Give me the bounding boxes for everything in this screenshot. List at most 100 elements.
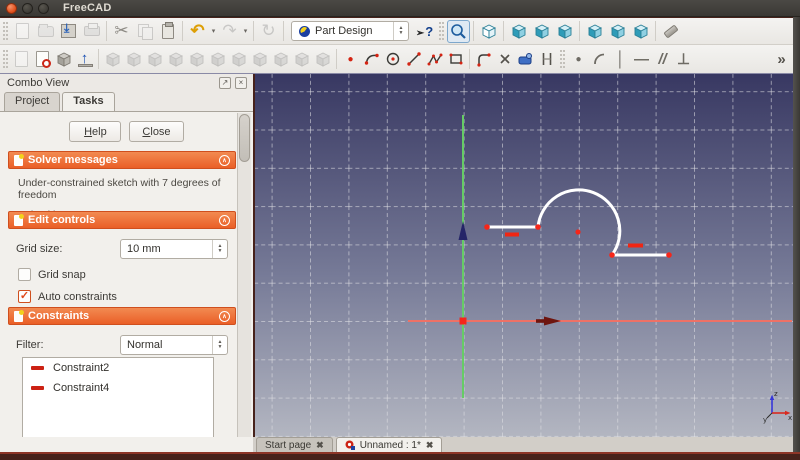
polar-pattern-button[interactable] — [291, 49, 312, 70]
create-arc-button[interactable] — [361, 49, 382, 70]
paste-button[interactable] — [156, 20, 179, 43]
origin-point[interactable] — [460, 318, 467, 325]
constrain-point-on-object-button[interactable] — [589, 49, 610, 70]
create-line-button[interactable] — [403, 49, 424, 70]
close-button[interactable]: Close — [129, 121, 183, 142]
pad-button[interactable] — [102, 49, 123, 70]
toolbar-overflow-button[interactable]: » — [771, 49, 792, 70]
solver-messages-header[interactable]: Solver messages ∧ — [8, 151, 236, 169]
carbon-copy-button[interactable] — [536, 49, 557, 70]
redo-dropdown[interactable]: ▾ — [241, 20, 250, 43]
view-front-button[interactable] — [507, 20, 530, 43]
view-left-button[interactable] — [629, 20, 652, 43]
list-item-constraint2[interactable]: Constraint2 — [23, 358, 213, 378]
create-circle-button[interactable] — [382, 49, 403, 70]
overflow-icon: » — [777, 51, 785, 68]
fit-all-button[interactable] — [447, 20, 470, 43]
revolution-button[interactable] — [144, 49, 165, 70]
horizontal-constraint-mark[interactable] — [628, 244, 643, 248]
scrollbar-thumb[interactable] — [239, 114, 250, 162]
save-button[interactable] — [57, 20, 80, 43]
workbench-selector[interactable]: Part Design ▲▼ — [291, 21, 409, 41]
whats-this-button[interactable]: ? — [413, 20, 436, 43]
leave-sketch-button[interactable]: ↑ — [74, 49, 95, 70]
draft-button[interactable] — [228, 49, 249, 70]
vertex-point[interactable] — [484, 224, 490, 230]
panel-float-button[interactable]: ↗ — [219, 77, 231, 89]
view-rear-button[interactable] — [583, 20, 606, 43]
vertex-point[interactable] — [609, 252, 615, 258]
list-item-constraint4[interactable]: Constraint4 — [23, 378, 213, 398]
copy-button[interactable] — [133, 20, 156, 43]
panel-close-button[interactable]: × — [235, 77, 247, 89]
tab-close-icon[interactable]: ✖ — [316, 440, 324, 451]
tab-start-page[interactable]: Start page ✖ — [256, 437, 333, 452]
edit-controls-header[interactable]: Edit controls ∧ — [8, 211, 236, 229]
toolbar-grip[interactable] — [439, 22, 444, 40]
sketch-canvas[interactable]: z x y — [255, 74, 793, 437]
grid-snap-checkbox[interactable] — [18, 268, 31, 281]
trim-edge-button[interactable] — [494, 49, 515, 70]
map-sketch-button[interactable] — [53, 49, 74, 70]
view-top-button[interactable] — [530, 20, 553, 43]
vertex-point[interactable] — [535, 224, 541, 230]
vertex-point[interactable] — [666, 252, 672, 258]
collapse-icon[interactable]: ∧ — [219, 215, 230, 226]
new-file-button[interactable] — [11, 20, 34, 43]
constrain-vertical-button[interactable]: │ — [610, 49, 631, 70]
window-close-button[interactable] — [6, 3, 17, 14]
collapse-icon[interactable]: ∧ — [219, 311, 230, 322]
create-rectangle-button[interactable] — [445, 49, 466, 70]
toolbar-grip[interactable] — [560, 50, 565, 68]
window-minimize-button[interactable] — [22, 3, 33, 14]
refresh-button[interactable]: ↻ — [257, 20, 280, 43]
multi-transform-button[interactable] — [312, 49, 333, 70]
print-button[interactable] — [80, 20, 103, 43]
new-sketch-button[interactable] — [11, 49, 32, 70]
undo-dropdown[interactable]: ▾ — [209, 20, 218, 43]
mirrored-button[interactable] — [249, 49, 270, 70]
window-maximize-button[interactable] — [38, 3, 49, 14]
groove-button[interactable] — [165, 49, 186, 70]
constraint-filter-select[interactable]: Normal ▲▼ — [120, 335, 228, 355]
tab-tasks[interactable]: Tasks — [62, 92, 114, 111]
fillet-sketch-button[interactable] — [473, 49, 494, 70]
view-right-button[interactable] — [553, 20, 576, 43]
chamfer-button[interactable] — [207, 49, 228, 70]
create-polyline-button[interactable] — [424, 49, 445, 70]
grid-size-select[interactable]: 10 mm ▲▼ — [120, 239, 228, 259]
edit-sketch-button[interactable] — [32, 49, 53, 70]
linear-pattern-button[interactable] — [270, 49, 291, 70]
constrain-coincident-button[interactable]: ● — [568, 49, 589, 70]
toolbar-grip[interactable] — [3, 22, 8, 40]
view-axonometric-button[interactable] — [477, 20, 500, 43]
constrain-horizontal-button[interactable]: — — [631, 49, 652, 70]
constrain-parallel-button[interactable]: // — [652, 49, 673, 70]
arc-center-point[interactable] — [575, 229, 580, 234]
undo-button[interactable]: ↶ — [186, 20, 209, 43]
help-button[interactable]: Help — [69, 121, 121, 142]
tab-close-icon[interactable]: ✖ — [426, 440, 434, 451]
workbench-spinner[interactable]: ▲▼ — [393, 22, 408, 40]
create-point-button[interactable]: ● — [340, 49, 361, 70]
constrain-perpendicular-button[interactable]: ⊥ — [673, 49, 694, 70]
pocket-button[interactable] — [123, 49, 144, 70]
filter-spinner[interactable]: ▲▼ — [212, 336, 227, 354]
tab-project[interactable]: Project — [4, 92, 60, 111]
open-file-button[interactable] — [34, 20, 57, 43]
fillet-feature-button[interactable] — [186, 49, 207, 70]
cut-button[interactable]: ✂ — [110, 20, 133, 43]
tab-unnamed-document[interactable]: Unnamed : 1* ✖ — [336, 437, 443, 452]
horizontal-constraint-mark[interactable] — [505, 233, 519, 237]
panel-scrollbar[interactable]: ▼ — [237, 113, 251, 452]
collapse-icon[interactable]: ∧ — [219, 155, 230, 166]
toolbar-grip[interactable] — [3, 50, 8, 68]
3d-viewport[interactable]: z x y — [255, 74, 793, 437]
external-geometry-button[interactable] — [515, 49, 536, 70]
redo-button[interactable]: ↷ — [218, 20, 241, 43]
auto-constraints-checkbox[interactable]: ✓ — [18, 290, 31, 303]
constraints-header[interactable]: Constraints ∧ — [8, 307, 236, 325]
view-bottom-button[interactable] — [606, 20, 629, 43]
measure-button[interactable] — [659, 20, 682, 43]
grid-size-spinner[interactable]: ▲▼ — [212, 240, 227, 258]
